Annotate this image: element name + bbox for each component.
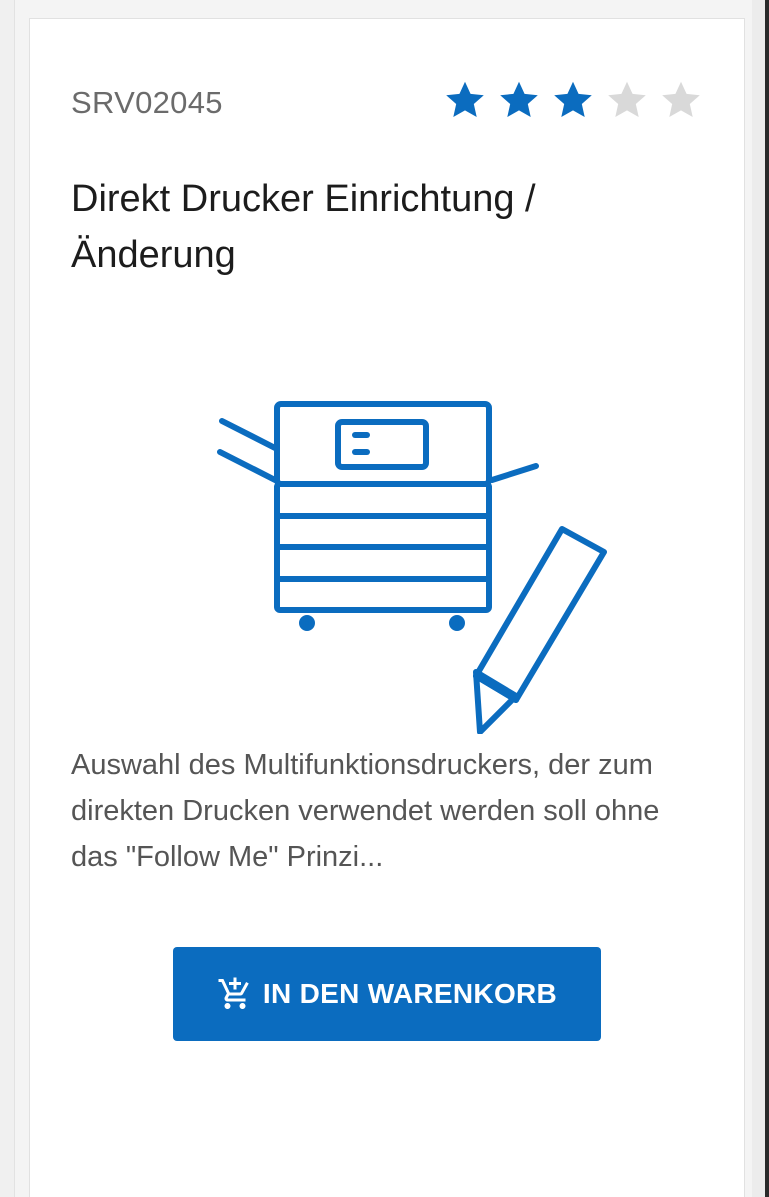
product-title[interactable]: Direkt Drucker Einrichtung / Änderung (71, 171, 691, 283)
product-sku: SRV02045 (71, 85, 223, 120)
star-filled-icon (554, 81, 592, 118)
add-to-cart-button[interactable]: IN DEN WARENKORB (173, 947, 601, 1041)
printer-with-pencil-icon (217, 401, 607, 734)
catalog-viewport: SRV02045 Direkt Drucker Einrichtung / Än… (0, 0, 769, 1197)
adjacent-card-edge (0, 0, 15, 1197)
star-empty-icon (662, 81, 700, 118)
star-filled-icon (500, 81, 538, 118)
star-filled-icon (446, 81, 484, 118)
scrollbar-edge (752, 0, 769, 1197)
add-to-cart-icon (218, 977, 249, 1009)
star-empty-icon (608, 81, 646, 118)
product-description: Auswahl des Multifunktionsdruckers, der … (71, 749, 660, 873)
add-to-cart-label: IN DEN WARENKORB (262, 978, 558, 1009)
star-rating (442, 77, 704, 123)
product-card[interactable]: SRV02045 Direkt Drucker Einrichtung / Än… (29, 18, 745, 1197)
